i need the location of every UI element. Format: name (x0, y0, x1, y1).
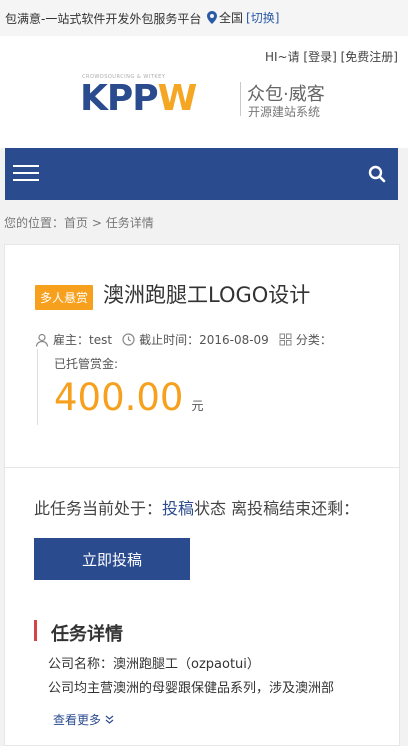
category-info: 分类： (279, 331, 332, 348)
search-icon[interactable] (368, 165, 386, 183)
owner-name: test (89, 332, 113, 347)
category-label: 分类： (295, 333, 332, 347)
task-status: 此任务当前处于：投稿状态 离投稿结束还剩： (34, 495, 359, 519)
deadline-label: 截止时间： (139, 333, 200, 347)
detail-line-2: 公司均主营澳洲的母婴跟保健品系列，涉及澳洲部 (48, 681, 335, 696)
logo-text-main: KPP (80, 78, 159, 119)
deadline-value: 2016-08-09 (199, 332, 269, 347)
task-meta: 雇主： test 截止时间： 2016-08-09 分类： (35, 331, 342, 348)
show-more-label: 查看更多 (53, 713, 102, 727)
deadline-info: 截止时间： 2016-08-09 (122, 331, 269, 348)
reward-amount-row: 400.00 元 (54, 376, 254, 419)
hosted-reward: 已托管赏金: 400.00 元 (37, 349, 254, 425)
section-marker (34, 620, 37, 641)
site-logo[interactable]: CROWDSOURCING & WITKEY KPPW 众包·威客 开源建站系统 (80, 74, 330, 122)
breadcrumb: 您的位置：首页 > 任务详情 (4, 214, 154, 231)
logo-text-accent: W (157, 78, 198, 119)
double-chevron-down-icon (105, 715, 114, 724)
location-label: 全国 (219, 11, 244, 25)
submit-bid-button[interactable]: 立即投稿 (34, 538, 190, 580)
reward-amount: 400.00 (54, 376, 184, 419)
status-state: 投稿 (162, 499, 195, 518)
breadcrumb-current: 任务详情 (105, 216, 154, 230)
section-title: 任务详情 (51, 624, 123, 645)
hamburger-icon[interactable] (13, 165, 39, 183)
logo-wordmark: KPPW (80, 78, 198, 119)
register-link[interactable]: [免费注册] (341, 50, 398, 64)
breadcrumb-separator: > (91, 216, 102, 230)
location-pin-icon (207, 11, 217, 24)
grid-icon (279, 333, 292, 346)
logo-separator (240, 82, 241, 116)
nav-bar (5, 148, 398, 200)
task-title: 澳洲跑腿工LOGO设计 (103, 283, 311, 307)
task-card: 多人悬赏 澳洲跑腿工LOGO设计 雇主： test 截止时间： 2016-08-09… (4, 244, 400, 746)
task-type-badge: 多人悬赏 (35, 285, 94, 310)
logo-subtitle: 开源建站系统 (248, 105, 321, 119)
login-link[interactable]: [登录] (303, 50, 336, 64)
switch-location-link[interactable]: [切换] (246, 9, 279, 26)
hosted-label: 已托管赏金: (54, 357, 119, 371)
location-selector[interactable]: 全国 [切换] (207, 9, 279, 26)
show-more-link[interactable]: 查看更多 (53, 711, 114, 728)
status-prefix: 此任务当前处于： (34, 499, 163, 518)
detail-line-1: 公司名称：澳洲跑腿工（ozpaotui） (48, 657, 260, 672)
breadcrumb-prefix: 您的位置： (4, 216, 65, 230)
user-links: HI~请 [登录] [免费注册] (265, 48, 398, 65)
breadcrumb-home[interactable]: 首页 (64, 216, 88, 230)
reward-unit: 元 (191, 399, 204, 413)
clock-icon (122, 333, 135, 346)
owner-label: 雇主： (53, 333, 90, 347)
header: HI~请 [登录] [免费注册] CROWDSOURCING & WITKEY … (0, 36, 408, 148)
owner-info: 雇主： test (35, 331, 112, 348)
status-suffix: 状态 离投稿结束还剩： (194, 499, 360, 518)
site-slogan: 包满意-一站式软件开发外包服务平台 (5, 12, 202, 26)
greeting-text: HI~请 (264, 50, 300, 64)
divider (5, 467, 399, 468)
top-bar: 包满意-一站式软件开发外包服务平台 全国 [切换] (0, 0, 408, 36)
user-icon (35, 333, 49, 347)
